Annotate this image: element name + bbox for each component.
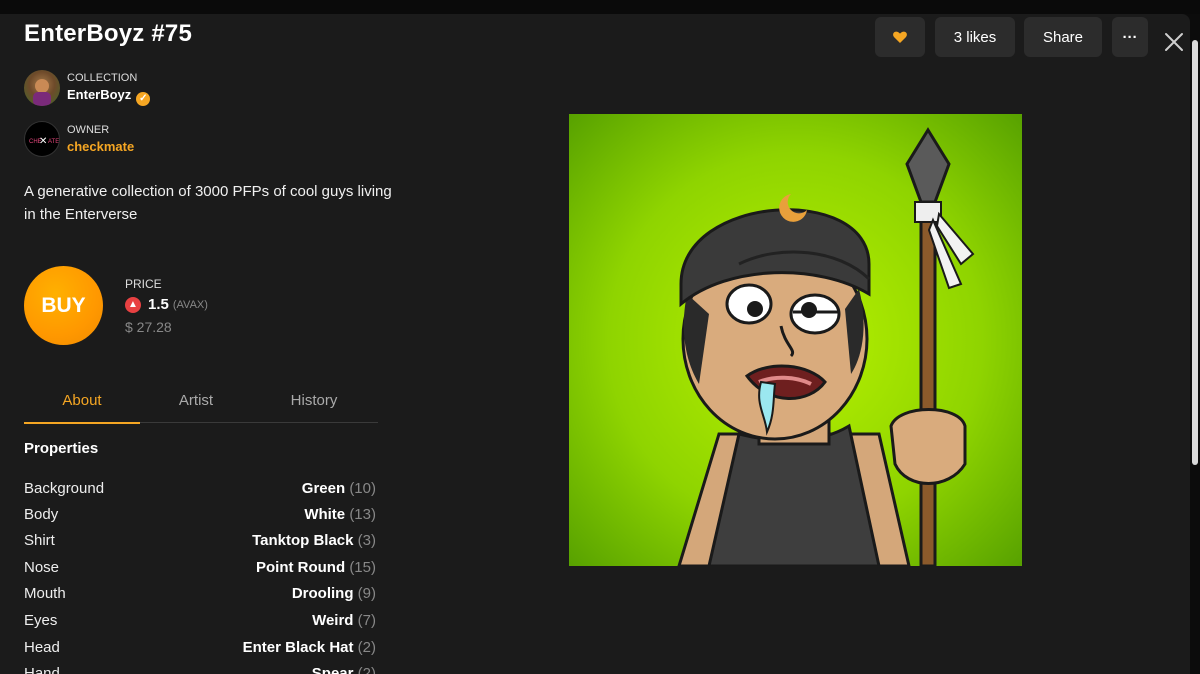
share-button[interactable]: Share [1024,17,1102,57]
properties-heading: Properties [24,440,99,457]
property-value-text: Drooling [291,585,354,602]
property-value: Enter Black Hat (2) [243,639,376,656]
property-value-text: Tanktop Black [252,532,354,549]
property-count: (7) [357,612,376,629]
property-name: Head [24,639,60,656]
property-value: Weird (7) [312,612,376,629]
collection-avatar[interactable] [24,70,60,106]
avax-icon: ▲ [125,296,141,313]
property-count: (3) [357,532,376,549]
like-button[interactable] [875,17,925,57]
tab-artist[interactable]: Artist [138,386,254,422]
owner-name[interactable]: checkmate [67,139,134,154]
price-amount: 1.5 [148,296,169,313]
description: A generative collection of 3000 PFPs of … [24,183,392,223]
property-count: (2) [357,639,376,656]
owner-avatar[interactable]: CHE ✕ ATE [24,121,60,157]
property-row: Mouth Drooling (9) [24,585,376,605]
more-options-button[interactable]: ··· [1112,17,1148,57]
price-usd: $ 27.28 [125,319,172,335]
property-value-text: Spear [311,665,354,674]
property-name: Eyes [24,612,58,629]
scrollbar[interactable] [1192,40,1198,465]
property-value: Green (10) [302,480,376,497]
property-row: Shirt Tanktop Black (3) [24,532,376,552]
property-value: White (13) [304,506,376,523]
nft-detail-modal: EnterBoyz #75 COLLECTION EnterBoyz ✓ CHE … [0,14,1190,674]
owner-label: OWNER [67,124,110,136]
property-name: Background [24,480,105,497]
tab-about[interactable]: About [24,386,140,424]
collection-name-text[interactable]: EnterBoyz [67,87,131,102]
property-value-text: Green [301,480,346,497]
property-name: Mouth [24,585,66,602]
property-count: (10) [349,480,376,497]
price-label: PRICE [125,277,162,291]
tab-history[interactable]: History [256,386,372,422]
property-row: Eyes Weird (7) [24,612,376,632]
property-count: (13) [349,506,376,523]
price-row: ▲ 1.5 (AVAX) [125,296,208,313]
property-row: Hand Spear (2) [24,665,376,674]
likes-count-button[interactable]: 3 likes [935,17,1015,57]
svg-text:✕: ✕ [39,136,47,147]
top-strip [0,0,1200,14]
property-row: Nose Point Round (15) [24,559,376,579]
property-name: Hand [24,665,60,674]
svg-text:ATE: ATE [48,139,59,145]
nft-artwork [569,114,1022,566]
property-name: Body [24,506,59,523]
property-value: Drooling (9) [292,585,376,602]
page-title: EnterBoyz #75 [24,20,192,47]
property-row: Body White (13) [24,506,376,526]
property-value: Point Round (15) [256,559,376,576]
property-row: Background Green (10) [24,480,376,500]
heart-icon [893,31,907,43]
detail-tabs: About Artist History [24,386,378,424]
property-count: (9) [357,585,376,602]
price-unit: (AVAX) [172,298,208,311]
close-icon[interactable] [1162,30,1186,54]
verified-icon: ✓ [136,92,151,106]
property-value-text: White [304,506,346,523]
buy-button[interactable]: BUY [24,266,103,345]
collection-label: COLLECTION [67,72,138,84]
property-value-text: Weird [312,612,354,629]
property-name: Shirt [24,532,55,549]
property-name: Nose [24,559,60,576]
property-value: Spear (2) [312,665,376,674]
property-value-text: Enter Black Hat [242,639,354,656]
property-count: (2) [357,665,376,674]
property-row: Head Enter Black Hat (2) [24,639,376,659]
property-count: (15) [349,559,376,576]
property-value-text: Point Round [255,559,346,576]
collection-name[interactable]: EnterBoyz ✓ [67,87,151,106]
property-value: Tanktop Black (3) [252,532,376,549]
